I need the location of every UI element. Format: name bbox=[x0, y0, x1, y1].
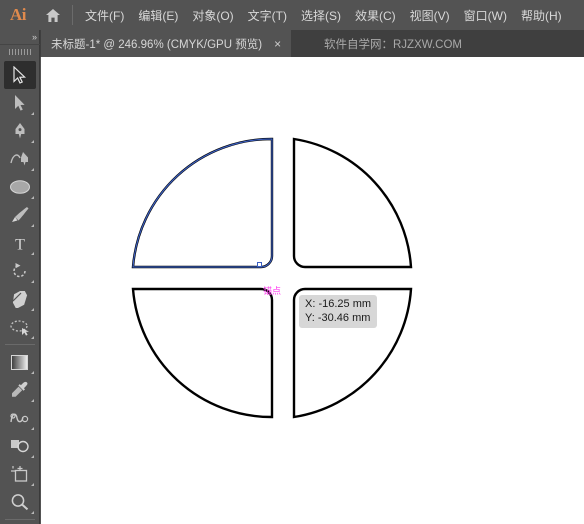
tool-gradient[interactable] bbox=[4, 348, 36, 376]
tool-curvature[interactable] bbox=[4, 145, 36, 173]
menu-item-type[interactable]: 文字(T) bbox=[241, 4, 294, 27]
tool-group-indicator bbox=[30, 511, 34, 514]
tool-shape-builder[interactable] bbox=[4, 432, 36, 460]
tool-group-indicator bbox=[30, 371, 34, 374]
tooltip-x-value: X: -16.25 mm bbox=[305, 298, 372, 310]
tool-group-indicator bbox=[30, 455, 34, 458]
tool-group-indicator bbox=[30, 427, 34, 430]
tool-paintbrush[interactable] bbox=[4, 201, 36, 229]
menu-item-list: 文件(F) 编辑(E) 对象(O) 文字(T) 选择(S) 效果(C) 视图(V… bbox=[78, 4, 569, 27]
tool-zoom[interactable] bbox=[4, 488, 36, 516]
close-icon[interactable]: × bbox=[271, 38, 284, 50]
tool-divider bbox=[4, 519, 35, 520]
tool-direct-selection[interactable] bbox=[4, 89, 36, 117]
menu-item-window[interactable]: 窗口(W) bbox=[457, 4, 514, 27]
menu-item-select[interactable]: 选择(S) bbox=[294, 4, 348, 27]
home-icon[interactable] bbox=[36, 0, 70, 30]
smart-guide-label: 锚点 bbox=[263, 286, 282, 296]
menu-item-help[interactable]: 帮助(H) bbox=[514, 4, 569, 27]
menu-divider bbox=[72, 5, 73, 25]
document-tab-active[interactable]: 未标题-1* @ 246.96% (CMYK/GPU 预览) × bbox=[41, 30, 292, 57]
menu-item-edit[interactable]: 编辑(E) bbox=[131, 4, 185, 27]
tool-type[interactable]: T bbox=[4, 229, 36, 257]
double-chevron-right-icon[interactable]: » bbox=[32, 32, 37, 42]
coordinate-tooltip: X: -16.25 mm Y: -30.46 mm bbox=[299, 295, 378, 328]
document-tab-inactive-title: 软件自学网：RJZXW.COM bbox=[324, 38, 462, 51]
tool-pen[interactable] bbox=[4, 117, 36, 145]
tool-group-indicator bbox=[30, 168, 34, 171]
tools-panel-grip[interactable] bbox=[0, 45, 40, 59]
tool-blend[interactable] bbox=[4, 404, 36, 432]
quadrant-top-right bbox=[292, 137, 413, 269]
tool-rotate[interactable] bbox=[4, 257, 36, 285]
tool-group-indicator bbox=[30, 280, 34, 283]
svg-text:T: T bbox=[15, 236, 25, 252]
document-tab-title: 未标题-1* @ 246.96% (CMYK/GPU 预览) bbox=[51, 38, 263, 51]
tool-list: T bbox=[0, 59, 39, 524]
menu-bar: Ai 文件(F) 编辑(E) 对象(O) 文字(T) 选择(S) 效果(C) 视… bbox=[0, 0, 584, 30]
menu-item-file[interactable]: 文件(F) bbox=[78, 4, 131, 27]
tool-artboard[interactable] bbox=[4, 460, 36, 488]
menu-item-view[interactable]: 视图(V) bbox=[403, 4, 457, 27]
tool-group-indicator bbox=[30, 483, 34, 486]
quadrant-bottom-left bbox=[131, 287, 274, 419]
menu-item-effect[interactable]: 效果(C) bbox=[348, 4, 403, 27]
tool-selection[interactable] bbox=[3, 61, 36, 89]
tool-eyedropper[interactable] bbox=[4, 376, 36, 404]
illustrator-window: Ai 文件(F) 编辑(E) 对象(O) 文字(T) 选择(S) 效果(C) 视… bbox=[0, 0, 584, 524]
menu-item-object[interactable]: 对象(O) bbox=[185, 4, 240, 27]
tool-group-indicator bbox=[30, 112, 34, 115]
document-tab-bar: 未标题-1* @ 246.96% (CMYK/GPU 预览) × 软件自学网：R… bbox=[0, 30, 584, 57]
tools-panel: » T bbox=[0, 30, 40, 524]
tool-group-indicator bbox=[30, 252, 34, 255]
tool-divider bbox=[4, 344, 35, 345]
tool-ellipse[interactable] bbox=[4, 173, 36, 201]
tool-group-indicator bbox=[30, 336, 34, 339]
tool-group-indicator bbox=[30, 399, 34, 402]
app-logo: Ai bbox=[10, 5, 27, 24]
tool-lasso[interactable] bbox=[4, 313, 36, 341]
tool-eraser[interactable] bbox=[4, 285, 36, 313]
artwork-canvas[interactable] bbox=[41, 57, 584, 524]
tooltip-y-value: Y: -30.46 mm bbox=[305, 312, 371, 324]
tool-group-indicator bbox=[30, 196, 34, 199]
anchor-point-marker[interactable] bbox=[257, 262, 262, 267]
tool-group-indicator bbox=[30, 140, 34, 143]
tool-group-indicator bbox=[30, 224, 34, 227]
document-tab-inactive[interactable]: 软件自学网：RJZXW.COM bbox=[314, 30, 472, 57]
tool-group-indicator bbox=[30, 308, 34, 311]
tools-panel-header[interactable]: » bbox=[0, 30, 40, 45]
document-canvas[interactable]: 锚点 X: -16.25 mm Y: -30.46 mm bbox=[41, 57, 584, 524]
